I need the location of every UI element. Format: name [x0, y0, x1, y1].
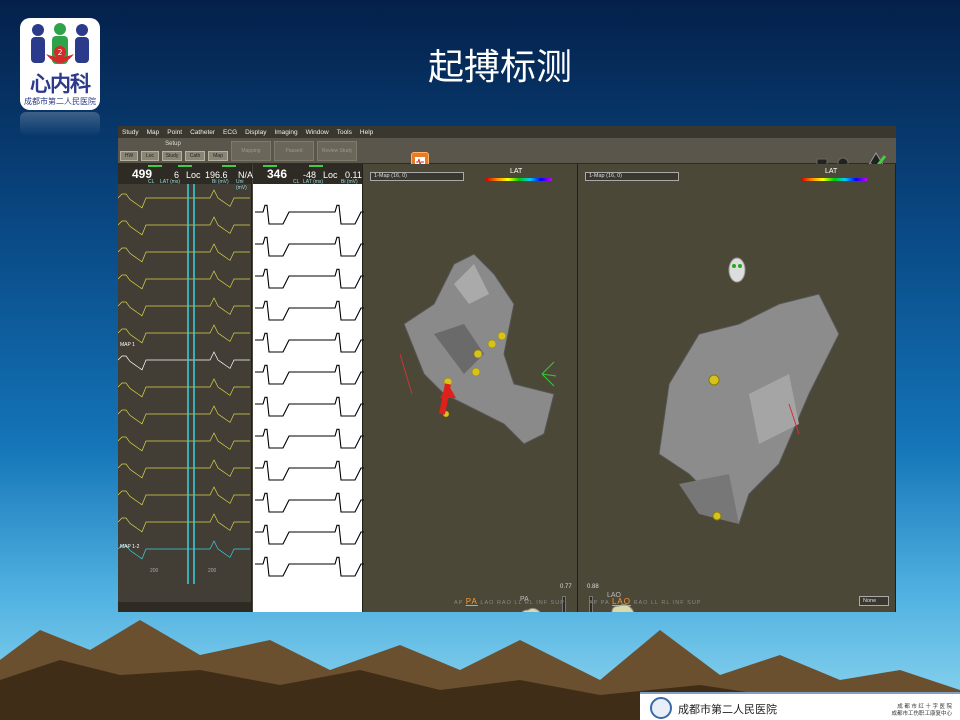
tab-cath[interactable]: Cath	[185, 151, 205, 161]
footer-line2: 成都市工伤职工康复中心	[891, 711, 952, 717]
menu-tools[interactable]: Tools	[337, 129, 352, 136]
tab-study[interactable]: Study	[162, 151, 182, 161]
ecg-traces-left	[118, 184, 250, 584]
ecg-trace	[118, 513, 250, 533]
heart-map-pa-view[interactable]	[364, 224, 578, 524]
ecg-trace	[118, 486, 250, 506]
lat-mid-label: LAT (ms)	[303, 179, 324, 185]
ecg-12lead-trace	[255, 268, 373, 289]
cl-mid-label: CL	[293, 179, 300, 185]
channel-map1-label: MAP 1	[120, 342, 135, 348]
menu-bar: Study Map Point Catheter ECG Display Ima…	[118, 126, 896, 138]
ecg-trace	[118, 243, 250, 263]
menu-map[interactable]: Map	[147, 129, 160, 136]
ecg-trace	[118, 432, 250, 452]
ecg-12lead-trace	[255, 492, 373, 513]
ecg-12lead-trace	[255, 300, 373, 321]
hospital-emblem-icon	[650, 697, 672, 719]
zoom-value-right: 0.88	[587, 584, 599, 590]
menu-ecg[interactable]: ECG	[223, 129, 237, 136]
map-panel-left: 1-Map (16, 0) LAT 0.77 PA AP PA LAO RAO …	[364, 164, 578, 612]
menu-window[interactable]: Window	[306, 129, 329, 136]
lat-color-scale-right	[801, 178, 867, 181]
ecg-12lead-trace	[255, 524, 373, 545]
ecg-trace	[118, 459, 250, 479]
lat-mid-indicator	[309, 165, 323, 167]
bi-mid-label: Bi (mV)	[341, 179, 358, 185]
axis-gizmo-icon	[541, 361, 557, 387]
map-select-left[interactable]: 1-Map (16, 0)	[370, 172, 464, 181]
tab-loc[interactable]: Loc	[141, 151, 159, 161]
mapping-app-window: Study Map Point Catheter ECG Display Ima…	[118, 126, 896, 612]
loc-label: Loc	[186, 170, 201, 180]
toolbar: Setup HW Loc Study Cath Map Mapping Paus…	[118, 138, 896, 174]
loc-mid-label: Loc	[323, 170, 338, 180]
heart-map-lao-view[interactable]	[579, 224, 896, 564]
logo-title: 心内科	[30, 72, 91, 96]
ecg-trace	[118, 405, 250, 425]
slide-title: 起搏标测	[427, 47, 572, 88]
channel-map12-label: MAP 1-2	[120, 544, 140, 550]
ecg-trace	[118, 270, 250, 290]
map-panel-right: 1-Map (16, 0) LAT 0.88 LAO AP PA LAO RAO…	[579, 164, 896, 612]
logo-badge-number: 2	[57, 48, 62, 57]
ecg-12lead-trace	[255, 204, 373, 225]
menu-study[interactable]: Study	[122, 129, 139, 136]
ecg-mid-header: 346 CL -48 LAT (ms) Loc 0.11 Bi (mV)	[253, 164, 362, 185]
logo-subtitle: 成都市第二人民医院	[24, 97, 96, 106]
ecg-trace	[118, 324, 250, 344]
mapping-button[interactable]: Mapping	[231, 141, 271, 161]
lat-legend-left: LAT	[510, 168, 523, 175]
menu-display[interactable]: Display	[245, 129, 266, 136]
review-study-button[interactable]: Review Study	[317, 141, 357, 161]
logo-reflection	[20, 112, 100, 136]
setup-label: Setup	[165, 141, 181, 147]
orientation-marker-icon	[728, 257, 746, 283]
ecg-traces-12lead	[255, 204, 373, 577]
zoom-value-left: 0.77	[560, 584, 572, 590]
ecg-trace	[118, 189, 250, 209]
lat-legend-right: LAT	[825, 168, 838, 175]
ecg-panel-left: 499 CL 6 LAT (ms) Loc 196.6 N/A Bi (mV) …	[118, 164, 253, 612]
footer-banner: 成都市第二人民医院 成 都 市 红 十 字 医 院 成都市工伤职工康复中心	[640, 692, 960, 720]
ecg-12lead-trace	[255, 332, 373, 353]
ecg-panel-mid: 346 CL -48 LAT (ms) Loc 0.11 Bi (mV)	[253, 164, 373, 612]
footer-hospital-name: 成都市第二人民医院	[678, 703, 777, 716]
menu-help[interactable]: Help	[360, 129, 373, 136]
ecg-trace	[118, 351, 250, 371]
ecg-left-header: 499 CL 6 LAT (ms) Loc 196.6 N/A Bi (mV) …	[118, 164, 253, 191]
ecg-12lead-trace	[255, 236, 373, 257]
menu-catheter[interactable]: Catheter	[190, 129, 215, 136]
ecg-12lead-trace	[255, 460, 373, 481]
tick-label-a: 200	[150, 568, 159, 574]
bi-indicator	[222, 165, 236, 167]
ecg-trace	[118, 297, 250, 317]
lat-color-scale-left	[486, 178, 552, 181]
department-logo: 2 心内科 成都市第二人民医院	[20, 18, 100, 110]
menu-point[interactable]: Point	[167, 129, 182, 136]
map-select-right[interactable]: 1-Map (16, 0)	[585, 172, 679, 181]
ecg-12lead-trace	[255, 396, 373, 417]
paused-button[interactable]: Paused	[274, 141, 314, 161]
cl-mid-value: 346	[267, 167, 288, 181]
lat-indicator	[178, 165, 192, 167]
tab-map[interactable]: Map	[208, 151, 228, 161]
ecg-12lead-trace	[255, 364, 373, 385]
ecg-trace	[118, 216, 250, 236]
ecg-12lead-trace	[255, 556, 373, 577]
tab-hw[interactable]: HW	[120, 151, 138, 161]
menu-imaging[interactable]: Imaging	[274, 129, 297, 136]
ecg-trace	[118, 378, 250, 398]
tick-label-b: 200	[208, 568, 217, 574]
ecg-12lead-trace	[255, 428, 373, 449]
people-logo-icon: 2	[31, 23, 89, 64]
